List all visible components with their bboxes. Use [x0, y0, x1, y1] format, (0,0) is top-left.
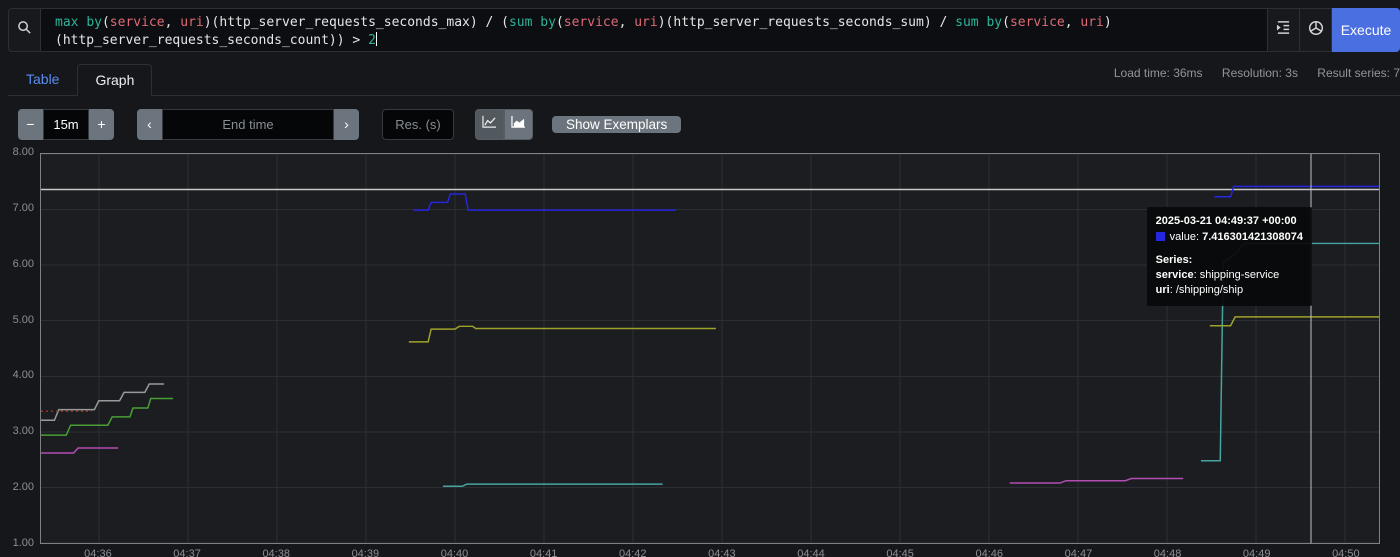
x-axis-label: 04:50 [1332, 548, 1360, 557]
tab-table[interactable]: Table [8, 63, 77, 95]
resolution-input[interactable] [382, 108, 454, 140]
query-bar: max by(service, uri)(http_server_request… [8, 8, 1400, 52]
tooltip-label-service: service: shipping-service [1155, 269, 1280, 281]
y-axis-label: 3.00 [12, 425, 34, 438]
tab-graph[interactable]: Graph [77, 64, 153, 96]
decrease-duration-button[interactable]: − [18, 108, 43, 140]
stacked-graph-toggle-button[interactable] [504, 108, 533, 140]
tooltip-series-heading: Series: [1155, 254, 1193, 266]
tooltip-value-row: value: 7.416301421308074 [1155, 230, 1304, 245]
result-series-stat: Result series: 7 [1317, 66, 1400, 80]
resolution-control [382, 108, 454, 140]
search-icon [17, 20, 32, 40]
stacked-chart-icon [511, 115, 526, 134]
time-forward-button[interactable]: › [334, 108, 359, 140]
y-axis-label: 5.00 [12, 313, 34, 326]
tooltip-value: 7.416301421308074 [1202, 231, 1304, 243]
search-icon-box [8, 8, 40, 52]
chart-type-toggle [475, 108, 533, 140]
y-axis-label: 2.00 [12, 481, 34, 494]
tooltip-label-uri: uri: /shipping/ship [1155, 284, 1244, 296]
x-axis-label: 04:38 [262, 548, 290, 557]
y-axis-label: 6.00 [12, 257, 34, 270]
increase-duration-button[interactable]: + [89, 108, 114, 140]
x-axis-label: 04:40 [440, 548, 469, 557]
graph-controls: − + ‹ › Show Exemplars [0, 96, 1400, 140]
end-time-input[interactable] [162, 108, 334, 140]
graph-area: 2025-03-21 04:49:37 +00:00 value: 7.4163… [0, 146, 1400, 557]
line-chart-icon [482, 115, 497, 134]
x-axis-label: 04:47 [1064, 548, 1093, 557]
x-axis-label: 04:49 [1242, 548, 1271, 557]
x-axis-label: 04:39 [351, 548, 380, 557]
load-time-stat: Load time: 36ms [1113, 66, 1203, 80]
resolution-stat: Resolution: 3s [1221, 66, 1298, 80]
tooltip-timestamp: 2025-03-21 04:49:37 +00:00 [1155, 215, 1297, 227]
hover-tooltip: 2025-03-21 04:49:37 +00:00 value: 7.4163… [1146, 207, 1313, 306]
tooltip-value-label: value: [1169, 231, 1200, 243]
duration-control: − + [18, 108, 114, 140]
time-back-button[interactable]: ‹ [137, 108, 162, 140]
x-axis-label: 04:44 [797, 548, 825, 557]
y-axis-label: 8.00 [12, 146, 34, 158]
metrics-explorer-button[interactable] [1300, 8, 1332, 52]
x-axis-label: 04:37 [173, 548, 201, 557]
time-range-control: ‹ › [137, 108, 359, 140]
x-axis-label: 04:36 [84, 548, 112, 557]
globe-icon [1308, 20, 1324, 41]
format-expression-button[interactable] [1268, 8, 1300, 52]
text-cursor [375, 32, 377, 46]
line-graph-toggle-button[interactable] [475, 108, 504, 140]
x-axis-label: 04:43 [708, 548, 736, 557]
x-axis-label: 04:46 [975, 548, 1004, 557]
y-axis-label: 4.00 [12, 369, 34, 382]
y-axis-label: 1.00 [12, 537, 34, 549]
query-expression-input[interactable]: max by(service, uri)(http_server_request… [40, 8, 1268, 52]
duration-input[interactable] [43, 108, 89, 140]
indent-lines-icon [1276, 20, 1291, 40]
x-axis-label: 04:48 [1153, 548, 1182, 557]
x-axis-label: 04:45 [886, 548, 914, 557]
y-axis-label: 7.00 [12, 201, 34, 214]
x-axis-label: 04:41 [529, 548, 558, 557]
show-exemplars-button[interactable]: Show Exemplars [552, 115, 682, 133]
series-color-swatch [1155, 232, 1165, 241]
tabs-row: Table Graph Load time: 36ms Resolution: … [8, 62, 1400, 96]
query-stats: Load time: 36ms Resolution: 3s Result se… [1098, 62, 1400, 80]
x-axis-label: 04:42 [618, 548, 647, 557]
execute-button[interactable]: Execute [1332, 8, 1400, 52]
